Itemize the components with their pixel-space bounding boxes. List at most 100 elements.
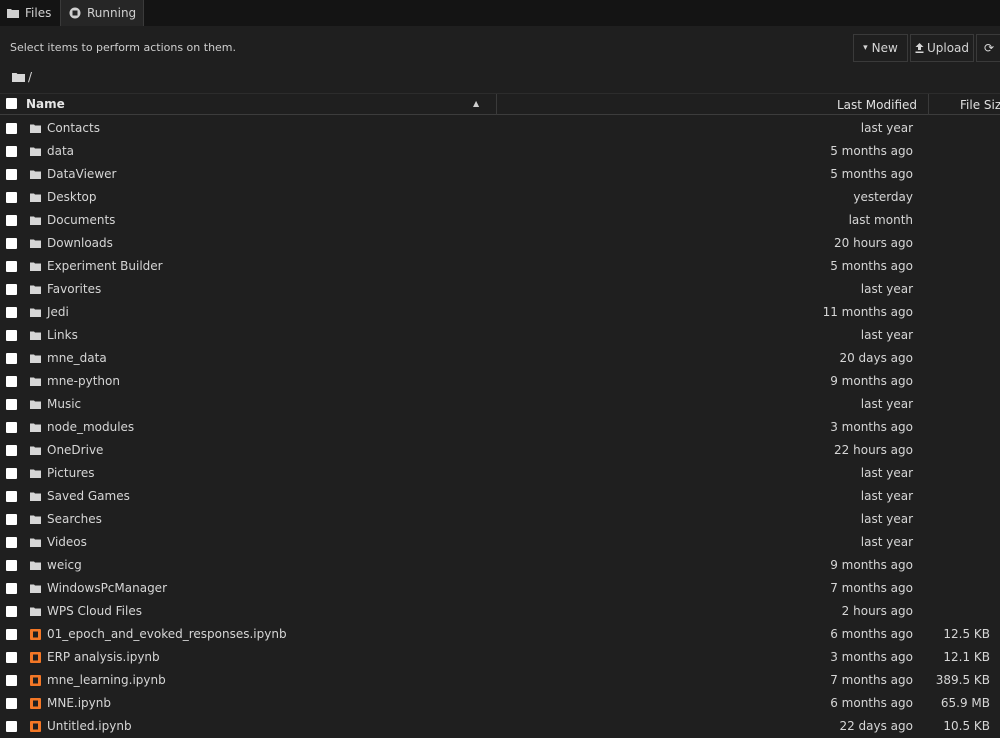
folder-row[interactable]: Saved Games last year (0, 485, 1000, 508)
row-checkbox[interactable] (6, 514, 17, 525)
row-checkbox[interactable] (6, 422, 17, 433)
folder-icon[interactable] (12, 72, 25, 82)
file-name-link[interactable]: Experiment Builder (47, 259, 163, 273)
row-checkbox[interactable] (6, 721, 17, 732)
folder-row[interactable]: OneDrive 22 hours ago (0, 439, 1000, 462)
row-checkbox[interactable] (6, 537, 17, 548)
folder-row[interactable]: Favorites last year (0, 278, 1000, 301)
upload-button[interactable]: Upload (910, 34, 974, 62)
notebook-row[interactable]: mne_learning.ipynb 7 months ago 389.5 KB (0, 669, 1000, 692)
file-name-link[interactable]: Searches (47, 512, 102, 526)
breadcrumb-path[interactable]: / (28, 70, 32, 84)
folder-row[interactable]: mne_data 20 days ago (0, 347, 1000, 370)
column-header-file-size[interactable]: File Size (960, 98, 1000, 112)
file-name-link[interactable]: Pictures (47, 466, 95, 480)
folder-row[interactable]: Contacts last year (0, 117, 1000, 140)
file-name-link[interactable]: weicg (47, 558, 82, 572)
folder-row[interactable]: WindowsPcManager 7 months ago (0, 577, 1000, 600)
folder-row[interactable]: Searches last year (0, 508, 1000, 531)
folder-row[interactable]: Downloads 20 hours ago (0, 232, 1000, 255)
file-name-link[interactable]: mne_data (47, 351, 107, 365)
sort-ascending-icon[interactable]: ▲ (473, 99, 479, 108)
row-checkbox[interactable] (6, 606, 17, 617)
file-name-link[interactable]: OneDrive (47, 443, 103, 457)
folder-icon (30, 515, 41, 524)
folder-row[interactable]: DataViewer 5 months ago (0, 163, 1000, 186)
folder-row[interactable]: Experiment Builder 5 months ago (0, 255, 1000, 278)
row-checkbox[interactable] (6, 307, 17, 318)
folder-icon (30, 354, 41, 363)
row-checkbox[interactable] (6, 491, 17, 502)
notebook-icon (30, 652, 41, 663)
last-modified: last year (860, 397, 913, 411)
file-name-link[interactable]: 01_epoch_and_evoked_responses.ipynb (47, 627, 287, 641)
row-checkbox[interactable] (6, 376, 17, 387)
row-checkbox[interactable] (6, 238, 17, 249)
refresh-button[interactable]: ⟳ (976, 34, 1000, 62)
file-name-link[interactable]: WindowsPcManager (47, 581, 167, 595)
folder-row[interactable]: Videos last year (0, 531, 1000, 554)
row-checkbox[interactable] (6, 146, 17, 157)
folder-row[interactable]: Pictures last year (0, 462, 1000, 485)
folder-row[interactable]: Desktop yesterday (0, 186, 1000, 209)
row-checkbox[interactable] (6, 698, 17, 709)
row-checkbox[interactable] (6, 399, 17, 410)
folder-row[interactable]: mne-python 9 months ago (0, 370, 1000, 393)
file-size: 65.9 MB (940, 696, 990, 710)
file-name-link[interactable]: Desktop (47, 190, 97, 204)
folder-row[interactable]: Links last year (0, 324, 1000, 347)
folder-row[interactable]: WPS Cloud Files 2 hours ago (0, 600, 1000, 623)
row-checkbox[interactable] (6, 123, 17, 134)
notebook-icon (30, 721, 41, 732)
file-name-link[interactable]: Downloads (47, 236, 113, 250)
row-checkbox[interactable] (6, 652, 17, 663)
file-name-link[interactable]: DataViewer (47, 167, 116, 181)
folder-row[interactable]: data 5 months ago (0, 140, 1000, 163)
tab-files[interactable]: Files (0, 0, 60, 26)
file-name-link[interactable]: Documents (47, 213, 115, 227)
file-name-link[interactable]: Untitled.ipynb (47, 719, 132, 733)
file-name-link[interactable]: Videos (47, 535, 87, 549)
notebook-row[interactable]: MNE.ipynb 6 months ago 65.9 MB (0, 692, 1000, 715)
file-name-link[interactable]: Favorites (47, 282, 101, 296)
notebook-row[interactable]: ERP analysis.ipynb 3 months ago 12.1 KB (0, 646, 1000, 669)
select-all-checkbox[interactable] (6, 98, 17, 109)
row-checkbox[interactable] (6, 330, 17, 341)
file-name-link[interactable]: MNE.ipynb (47, 696, 111, 710)
row-checkbox[interactable] (6, 675, 17, 686)
tab-running[interactable]: Running (60, 0, 144, 26)
file-name-link[interactable]: data (47, 144, 74, 158)
folder-row[interactable]: Music last year (0, 393, 1000, 416)
row-checkbox[interactable] (6, 445, 17, 456)
notebook-row[interactable]: 01_epoch_and_evoked_responses.ipynb 6 mon… (0, 623, 1000, 646)
folder-row[interactable]: Jedi 11 months ago (0, 301, 1000, 324)
row-checkbox[interactable] (6, 353, 17, 364)
file-name-link[interactable]: ERP analysis.ipynb (47, 650, 160, 664)
new-button[interactable]: ▾ New (853, 34, 908, 62)
row-checkbox[interactable] (6, 629, 17, 640)
row-checkbox[interactable] (6, 583, 17, 594)
file-name-link[interactable]: mne-python (47, 374, 120, 388)
folder-row[interactable]: weicg 9 months ago (0, 554, 1000, 577)
file-name-link[interactable]: Saved Games (47, 489, 130, 503)
file-name-link[interactable]: Music (47, 397, 81, 411)
row-checkbox[interactable] (6, 284, 17, 295)
file-name-link[interactable]: Contacts (47, 121, 100, 135)
row-checkbox[interactable] (6, 468, 17, 479)
file-name-link[interactable]: Jedi (47, 305, 69, 319)
file-name-link[interactable]: mne_learning.ipynb (47, 673, 166, 687)
row-checkbox[interactable] (6, 261, 17, 272)
folder-row[interactable]: Documents last month (0, 209, 1000, 232)
file-name-link[interactable]: WPS Cloud Files (47, 604, 142, 618)
row-checkbox[interactable] (6, 215, 17, 226)
row-checkbox[interactable] (6, 192, 17, 203)
row-checkbox[interactable] (6, 560, 17, 571)
column-header-last-modified[interactable]: Last Modified (837, 98, 917, 112)
notebook-row[interactable]: Untitled.ipynb 22 days ago 10.5 KB (0, 715, 1000, 738)
file-name-link[interactable]: Links (47, 328, 78, 342)
selection-hint: Select items to perform actions on them. (10, 41, 237, 54)
column-header-name[interactable]: Name (26, 97, 65, 111)
row-checkbox[interactable] (6, 169, 17, 180)
file-name-link[interactable]: node_modules (47, 420, 134, 434)
folder-row[interactable]: node_modules 3 months ago (0, 416, 1000, 439)
